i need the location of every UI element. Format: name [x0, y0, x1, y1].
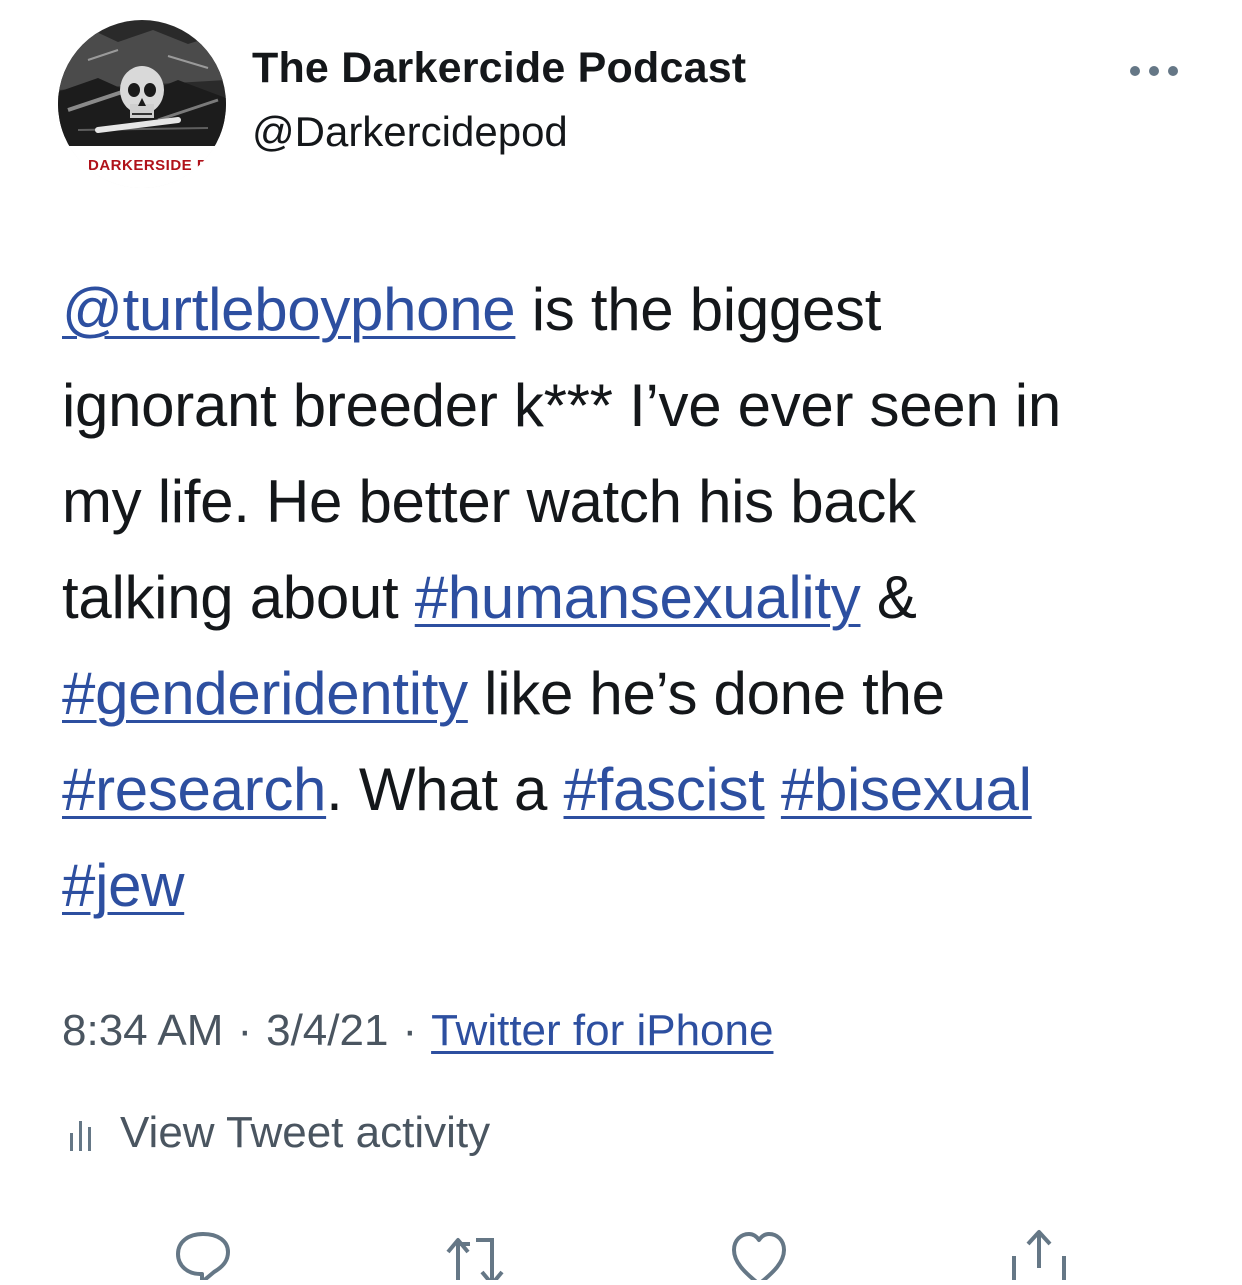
- tweet-text-segment: [765, 756, 781, 823]
- mention-link[interactable]: @turtleboyphone: [62, 276, 516, 343]
- hashtag-link[interactable]: #bisexual: [781, 756, 1032, 823]
- heart-icon: [732, 1232, 786, 1285]
- retweet-icon: [446, 1238, 504, 1285]
- tweet-text-segment: like he’s done the: [467, 660, 945, 727]
- view-tweet-activity-link[interactable]: View Tweet activity: [62, 1108, 490, 1158]
- more-options-button[interactable]: [1124, 50, 1184, 90]
- skull-image-icon: DARKERSIDE PO: [58, 20, 226, 188]
- reply-icon: [176, 1232, 230, 1284]
- tweet-text-line: my life. He better watch his back: [62, 454, 1192, 550]
- hashtag-link[interactable]: #genderidentity: [62, 660, 468, 727]
- more-dot-icon: [1149, 66, 1159, 76]
- hashtag-link[interactable]: #jew: [62, 852, 185, 919]
- retweet-button[interactable]: [440, 1220, 510, 1285]
- tweet-text-segment: . What a: [326, 756, 564, 823]
- view-tweet-activity-label: View Tweet activity: [120, 1108, 491, 1157]
- tweet-time: 8:34 AM: [62, 1006, 224, 1055]
- tweet-meta: 8:34 AM · 3/4/21 · Twitter for iPhone: [62, 1006, 773, 1056]
- hashtag-link[interactable]: #research: [62, 756, 326, 823]
- more-dot-icon: [1130, 66, 1140, 76]
- tweet-text-line: @turtleboyphone is the biggest: [62, 262, 1192, 358]
- meta-separator: ·: [237, 1006, 253, 1055]
- tweet-text-line: #jew: [62, 838, 1192, 934]
- hashtag-link[interactable]: #humansexuality: [415, 564, 861, 631]
- tweet-text-segment: &: [860, 564, 917, 631]
- more-dot-icon: [1168, 66, 1178, 76]
- share-button[interactable]: [1004, 1220, 1074, 1282]
- tweet-action-bar: [0, 1210, 1242, 1285]
- tweet-text-segment: ignorant breeder k*** I’ve ever seen in: [62, 372, 1061, 439]
- bar-chart-icon: [70, 1121, 91, 1151]
- tweet-text-line: #research. What a #fascist #bisexual: [62, 742, 1192, 838]
- author-handle[interactable]: @Darkercidepod: [252, 108, 568, 156]
- tweet-text: @turtleboyphone is the biggest ignorant b…: [62, 262, 1192, 934]
- tweet-date: 3/4/21: [266, 1006, 389, 1055]
- author-display-name[interactable]: The Darkercide Podcast: [252, 44, 746, 93]
- share-icon: [1012, 1230, 1066, 1282]
- tweet-text-segment: is the biggest: [515, 276, 882, 343]
- reply-button[interactable]: [168, 1220, 238, 1284]
- tweet-detail: DARKERSIDE PO The Darkercide Podcast @Da…: [0, 0, 1242, 1285]
- hashtag-link[interactable]: #fascist: [564, 756, 765, 823]
- tweet-text-segment: talking about: [62, 564, 415, 631]
- tweet-text-segment: my life. He better watch his back: [62, 468, 916, 535]
- tweet-text-line: ignorant breeder k*** I’ve ever seen in: [62, 358, 1192, 454]
- avatar[interactable]: DARKERSIDE PO: [58, 20, 226, 188]
- like-button[interactable]: [724, 1220, 794, 1285]
- tweet-text-line: talking about #humansexuality &: [62, 550, 1192, 646]
- tweet-text-line: #genderidentity like he’s done the: [62, 646, 1192, 742]
- meta-separator: ·: [402, 1006, 418, 1055]
- avatar-banner-text: DARKERSIDE PO: [88, 157, 220, 174]
- tweet-source-link[interactable]: Twitter for iPhone: [431, 1006, 773, 1055]
